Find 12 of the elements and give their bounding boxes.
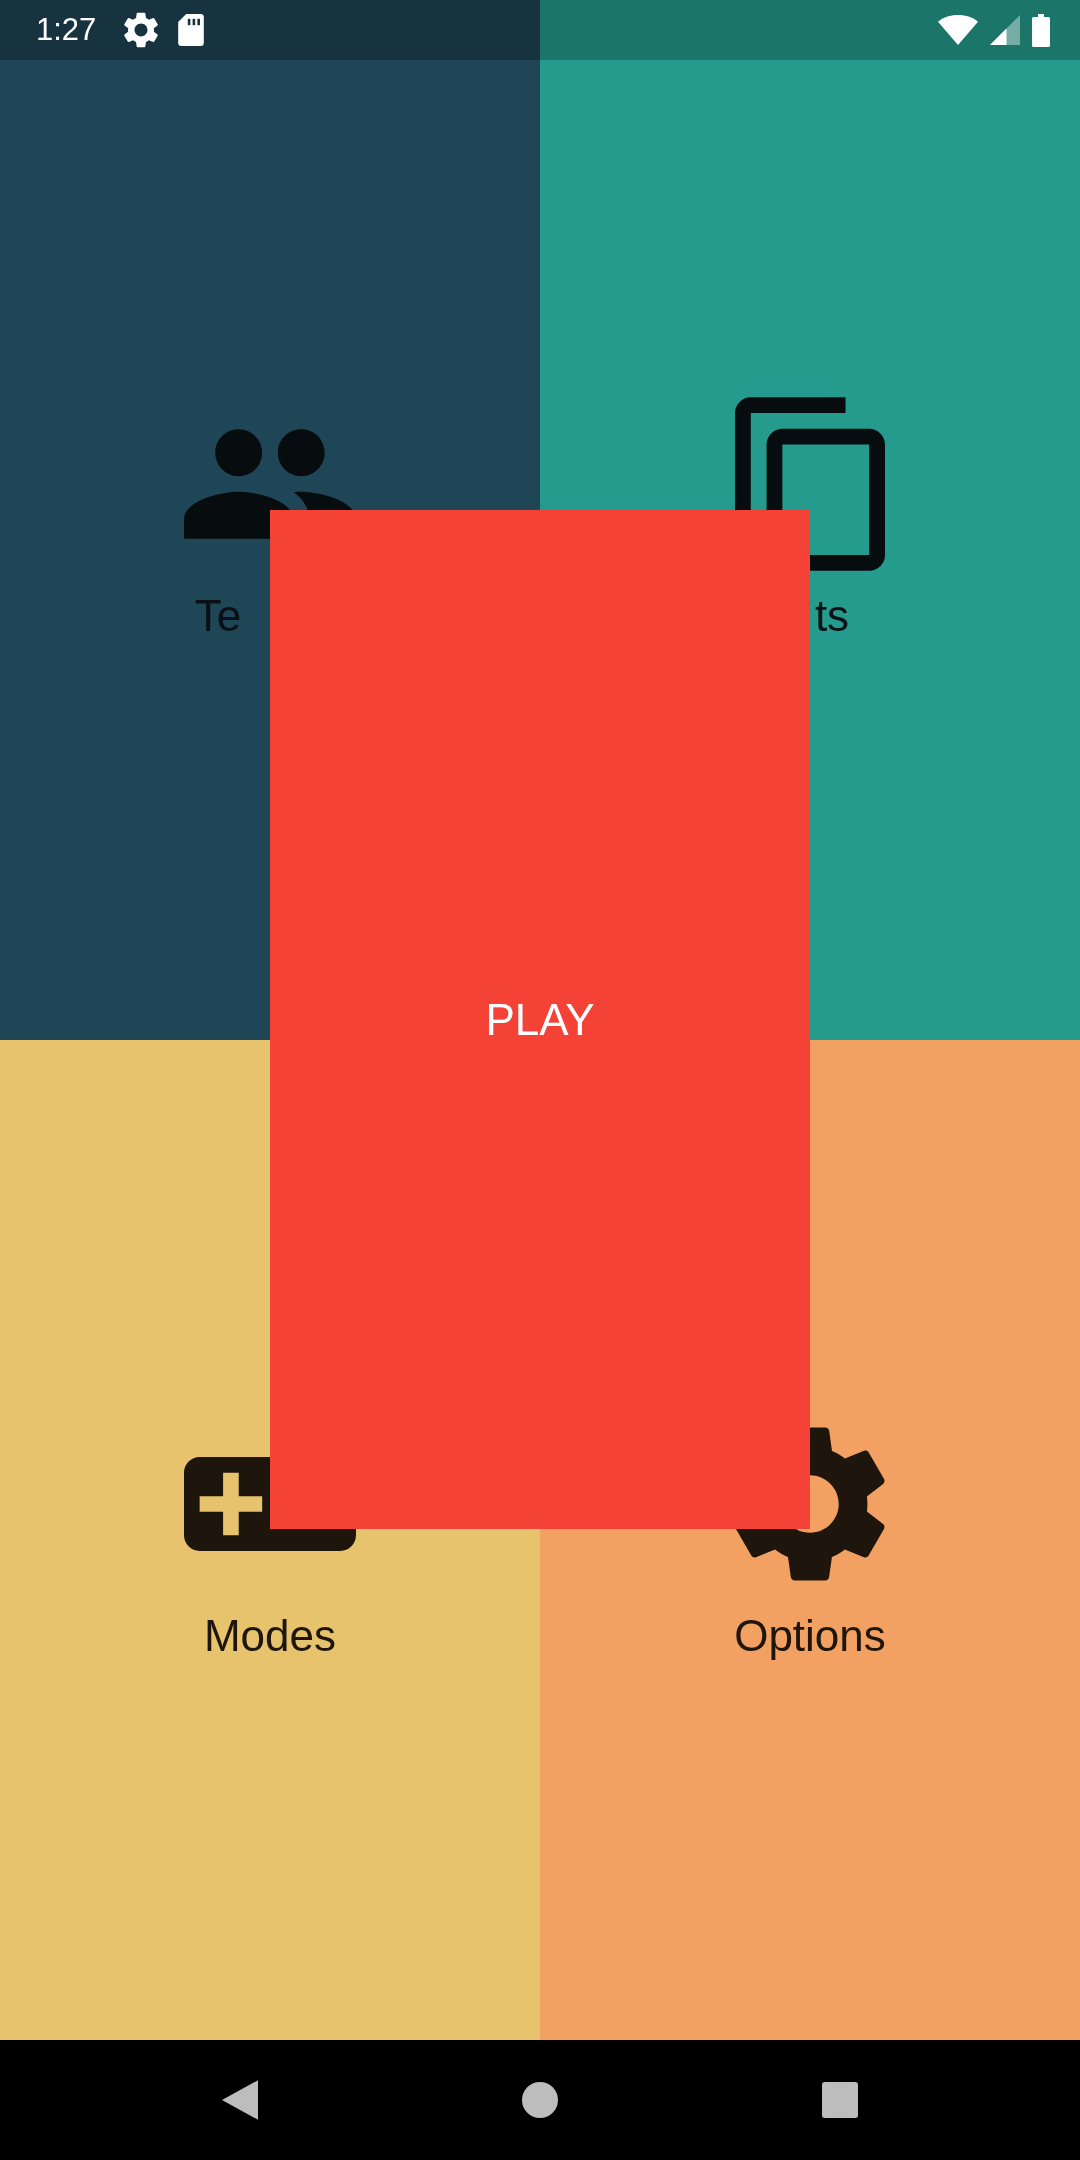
signal-icon xyxy=(990,15,1020,45)
sd-card-icon xyxy=(178,14,205,46)
wifi-icon xyxy=(938,15,978,45)
battery-icon xyxy=(1032,13,1050,47)
tile-label[interactable]: ts xyxy=(814,588,850,644)
home-icon[interactable] xyxy=(522,2082,558,2118)
settings-icon xyxy=(124,12,159,48)
tile-label[interactable]: Options xyxy=(734,1608,886,1664)
tile-label[interactable]: Modes xyxy=(203,1608,337,1664)
play-button[interactable]: PLAY xyxy=(270,510,810,1529)
back-icon[interactable] xyxy=(222,2080,258,2120)
clock-time: 1:27 xyxy=(36,12,97,48)
